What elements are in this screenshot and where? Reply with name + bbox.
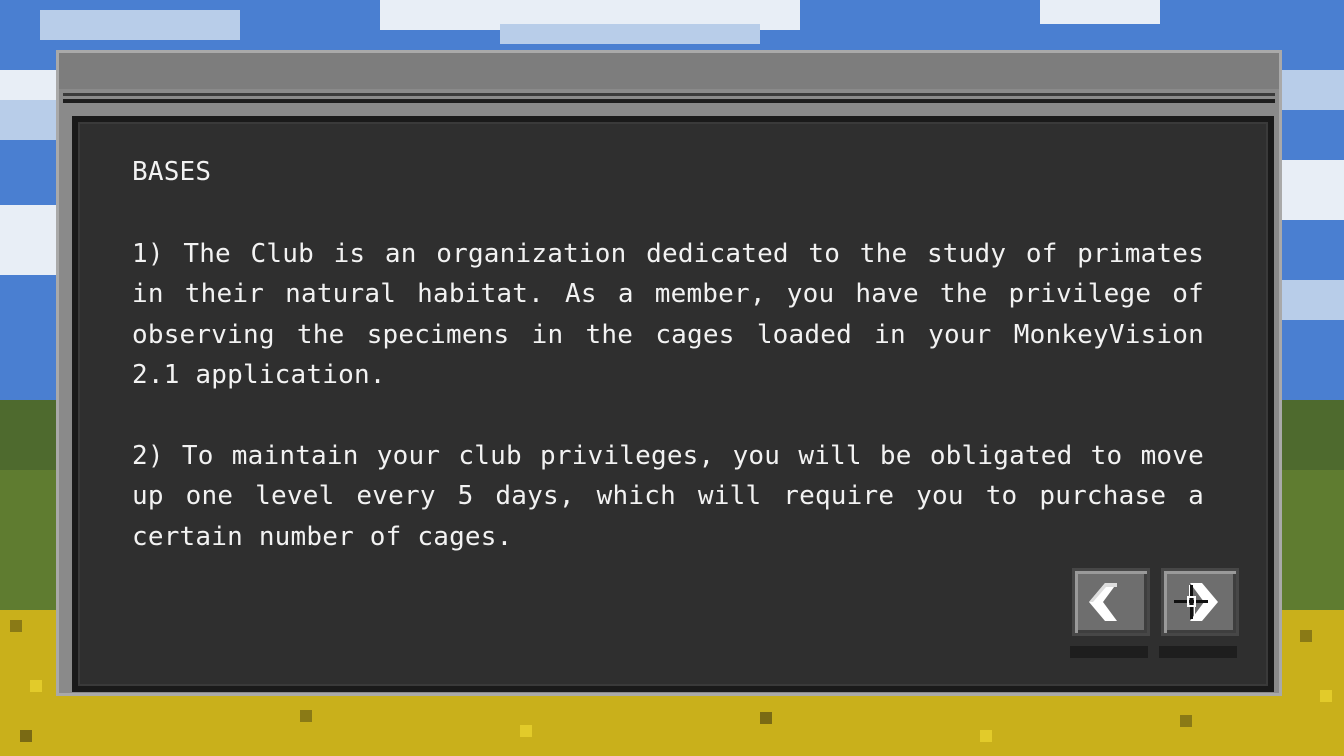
dialog-titlebar: [59, 53, 1279, 103]
next-page-button[interactable]: [1161, 568, 1239, 636]
button-shadow: [1070, 646, 1148, 658]
field-pixel: [520, 725, 532, 737]
field-pixel: [760, 712, 772, 724]
field-pixel: [10, 620, 22, 632]
titlebar-divider: [63, 99, 1275, 103]
rule-paragraph-2: 2) To maintain your club privileges, you…: [132, 440, 1204, 552]
field-pixel: [30, 680, 42, 692]
dialog-content: BASES 1) The Club is an organization ded…: [132, 152, 1204, 557]
field-pixel: [1320, 690, 1332, 702]
previous-page-button[interactable]: [1072, 568, 1150, 636]
rule-paragraph-1: 1) The Club is an organization dedicated…: [132, 238, 1204, 391]
cloud: [1282, 280, 1344, 320]
field-pixel: [1300, 630, 1312, 642]
info-dialog: BASES 1) The Club is an organization ded…: [56, 50, 1282, 696]
cloud: [1282, 70, 1344, 110]
section-heading: BASES: [132, 157, 212, 187]
field-pixel: [1180, 715, 1192, 727]
cloud: [40, 10, 240, 40]
cloud: [500, 24, 760, 44]
field-pixel: [300, 710, 312, 722]
chevron-left-icon: [1089, 583, 1117, 621]
cloud: [1282, 160, 1344, 220]
cloud: [0, 100, 56, 140]
cloud: [1040, 0, 1160, 24]
titlebar-divider: [63, 93, 1275, 96]
crosshair-cursor-icon: [1174, 585, 1208, 619]
field-pixel: [20, 730, 32, 742]
field-pixel: [980, 730, 992, 742]
cloud: [0, 205, 56, 275]
button-shadow: [1159, 646, 1237, 658]
